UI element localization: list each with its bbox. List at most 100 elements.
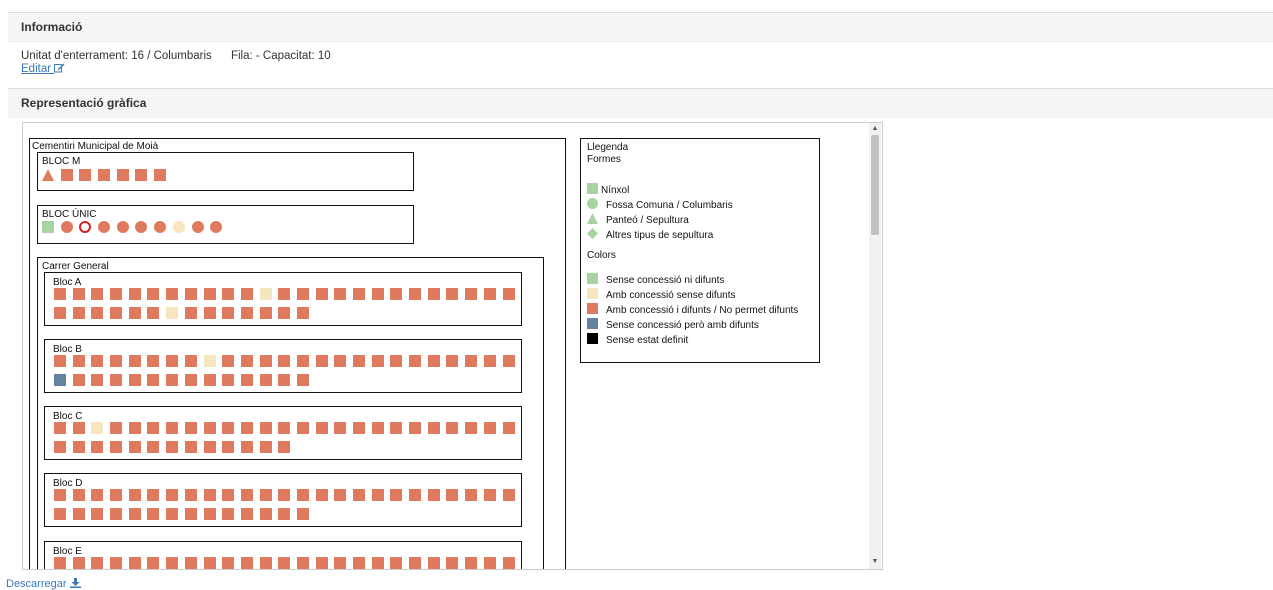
niche-unit[interactable]	[278, 355, 291, 367]
niche-unit[interactable]	[184, 307, 197, 319]
niche-unit[interactable]	[278, 307, 291, 319]
niche-unit[interactable]	[502, 422, 515, 434]
niche-unit[interactable]	[54, 441, 66, 453]
niche-unit[interactable]	[296, 374, 309, 386]
niche-unit[interactable]	[147, 307, 160, 319]
niche-unit[interactable]	[259, 374, 272, 386]
niche-unit[interactable]	[60, 169, 73, 181]
niche-unit[interactable]	[446, 557, 459, 569]
niche-unit[interactable]	[54, 355, 66, 367]
niche-unit[interactable]	[110, 288, 123, 300]
niche-unit[interactable]	[147, 489, 160, 501]
niche-unit[interactable]	[116, 169, 129, 181]
bloc-m-box[interactable]: BLOC M	[37, 152, 414, 191]
niche-unit[interactable]	[72, 307, 85, 319]
bloc-d-box[interactable]: Bloc D	[44, 473, 522, 527]
scroll-up-icon[interactable]: ▲	[871, 124, 879, 134]
niche-unit[interactable]	[184, 441, 197, 453]
niche-unit[interactable]	[203, 508, 216, 520]
niche-unit[interactable]	[203, 374, 216, 386]
niche-unit[interactable]	[334, 355, 347, 367]
niche-unit[interactable]	[166, 307, 179, 319]
niche-unit[interactable]	[203, 307, 216, 319]
niche-unit[interactable]	[128, 374, 141, 386]
niche-unit[interactable]	[166, 441, 179, 453]
niche-unit[interactable]	[222, 355, 235, 367]
bloc-a-box[interactable]: Bloc A	[44, 272, 522, 326]
niche-unit[interactable]	[371, 422, 384, 434]
niche-unit[interactable]	[315, 288, 328, 300]
niche-unit[interactable]	[128, 441, 141, 453]
niche-unit[interactable]	[184, 355, 197, 367]
niche-unit[interactable]	[154, 169, 167, 181]
bloc-c-box[interactable]: Bloc C	[44, 406, 522, 460]
niche-unit[interactable]	[240, 355, 253, 367]
niche-unit[interactable]	[240, 374, 253, 386]
niche-unit[interactable]	[222, 307, 235, 319]
niche-unit[interactable]	[166, 557, 179, 569]
niche-unit[interactable]	[91, 355, 104, 367]
niche-unit[interactable]	[166, 288, 179, 300]
niche-unit[interactable]	[371, 288, 384, 300]
niche-unit[interactable]	[98, 169, 111, 181]
niche-unit[interactable]	[465, 355, 478, 367]
niche-unit[interactable]	[296, 422, 309, 434]
niche-unit[interactable]	[353, 422, 365, 434]
niche-unit[interactable]	[54, 307, 66, 319]
niche-unit[interactable]	[502, 557, 515, 569]
niche-unit[interactable]	[371, 355, 384, 367]
niche-unit[interactable]	[147, 374, 160, 386]
niche-unit[interactable]	[427, 422, 440, 434]
niche-unit[interactable]	[54, 489, 66, 501]
niche-unit[interactable]	[91, 441, 104, 453]
niche-unit[interactable]	[240, 288, 253, 300]
niche-unit[interactable]	[427, 557, 440, 569]
niche-unit[interactable]	[278, 557, 291, 569]
scroll-thumb[interactable]	[871, 135, 879, 235]
niche-unit[interactable]	[371, 557, 384, 569]
niche-unit[interactable]	[79, 169, 92, 181]
niche-unit[interactable]	[427, 288, 440, 300]
niche-unit[interactable]	[502, 355, 515, 367]
niche-unit[interactable]	[465, 422, 478, 434]
niche-unit[interactable]	[315, 422, 328, 434]
columbarium-unit[interactable]	[172, 221, 185, 233]
niche-unit[interactable]	[166, 508, 179, 520]
columbarium-unit[interactable]	[60, 221, 73, 233]
edit-link[interactable]: Editar	[21, 63, 65, 75]
niche-unit[interactable]	[296, 355, 309, 367]
niche-unit[interactable]	[72, 441, 85, 453]
niche-unit[interactable]	[409, 355, 422, 367]
niche-unit[interactable]	[91, 508, 104, 520]
niche-unit[interactable]	[465, 489, 478, 501]
niche-unit[interactable]	[184, 557, 197, 569]
niche-unit[interactable]	[240, 557, 253, 569]
niche-unit[interactable]	[166, 355, 179, 367]
niche-unit[interactable]	[409, 422, 422, 434]
niche-unit[interactable]	[203, 489, 216, 501]
niche-unit[interactable]	[240, 422, 253, 434]
pantheon-unit[interactable]	[42, 169, 54, 181]
bloc-unic-box[interactable]: BLOC ÚNIC	[37, 205, 414, 244]
niche-unit[interactable]	[110, 307, 123, 319]
niche-unit[interactable]	[409, 489, 422, 501]
niche-unit[interactable]	[203, 422, 216, 434]
niche-unit[interactable]	[54, 557, 66, 569]
niche-unit[interactable]	[110, 441, 123, 453]
niche-unit[interactable]	[91, 307, 104, 319]
niche-unit[interactable]	[278, 374, 291, 386]
niche-unit[interactable]	[390, 288, 403, 300]
niche-unit[interactable]	[110, 374, 123, 386]
scroll-down-icon[interactable]: ▼	[871, 557, 879, 567]
niche-unit[interactable]	[128, 288, 141, 300]
niche-unit[interactable]	[72, 489, 85, 501]
selected-columbarium-unit[interactable]	[79, 221, 92, 233]
niche-unit[interactable]	[465, 557, 478, 569]
niche-unit[interactable]	[483, 489, 496, 501]
niche-unit[interactable]	[483, 422, 496, 434]
niche-unit[interactable]	[128, 508, 141, 520]
niche-unit[interactable]	[91, 374, 104, 386]
columbarium-unit[interactable]	[154, 221, 167, 233]
download-link[interactable]: Descarregar	[6, 578, 81, 590]
niche-unit[interactable]	[409, 288, 422, 300]
